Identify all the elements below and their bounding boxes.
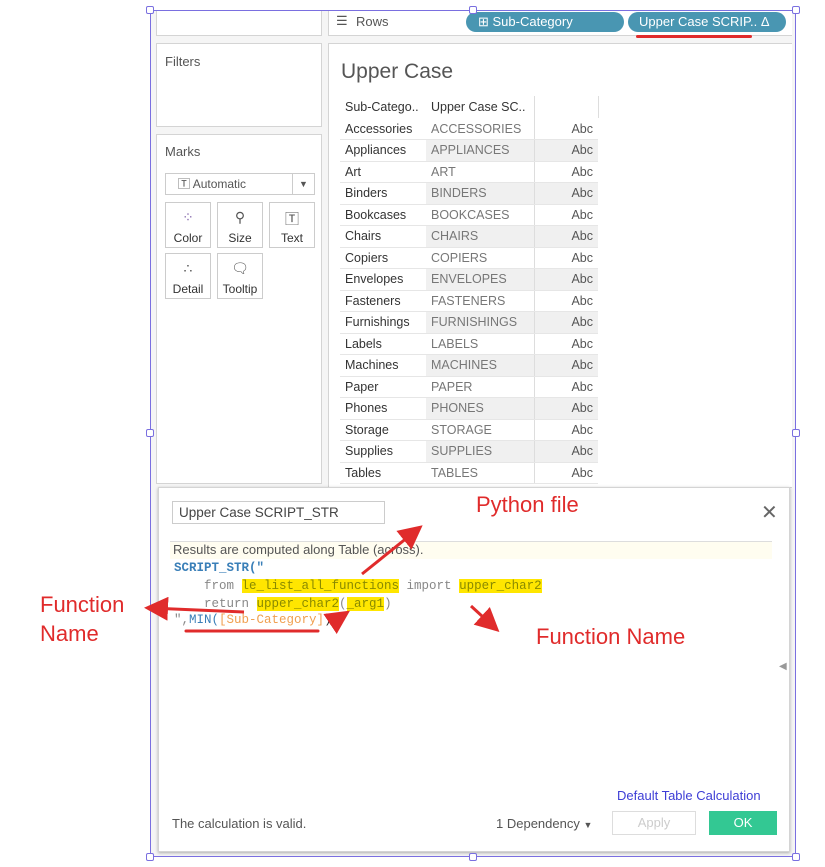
- arrow-to-right-label: [469, 604, 500, 633]
- arrow-to-left-label: [144, 596, 245, 621]
- arrow-to-python-file: [361, 525, 423, 576]
- arrow-to-arg: [323, 610, 350, 634]
- annotation-arrows: [144, 525, 500, 634]
